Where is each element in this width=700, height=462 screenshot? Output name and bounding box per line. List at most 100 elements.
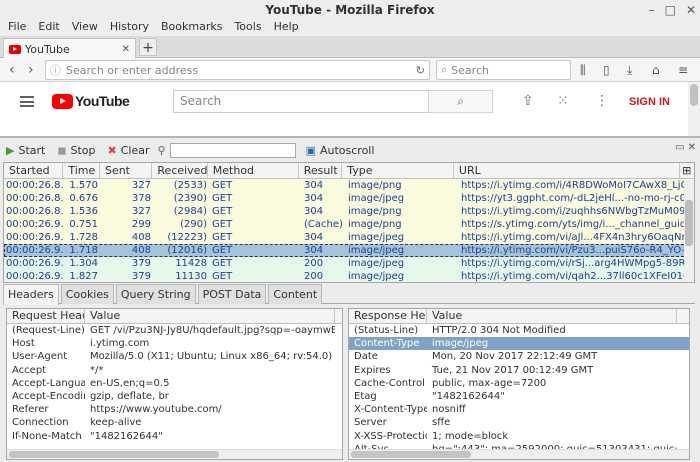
menu-file[interactable]: File <box>0 20 32 36</box>
header-row[interactable]: Etag "1482162644" <box>349 390 689 403</box>
header-row[interactable]: Host i.ytimg.com <box>7 337 342 350</box>
header-value: Mon, 20 Nov 2017 22:12:49 GMT <box>432 351 598 363</box>
info-icon: ⓘ <box>50 64 61 77</box>
column-header[interactable]: Started <box>4 163 64 178</box>
header-value: GET /vi/Pzu3NJ-Jy8U/hqdefault.jpg?sqp=-o… <box>90 325 335 336</box>
tab-close-icon[interactable]: ✕ <box>122 44 130 55</box>
header-row[interactable]: X-Content-Type-... nosniff <box>349 403 689 416</box>
header-row[interactable]: User-Agent Mozilla/5.0 (X11; Ubuntu; Linu… <box>7 350 342 363</box>
menu-view[interactable]: View <box>66 20 104 36</box>
header-name: (Status-Line) <box>354 325 419 336</box>
filter-input[interactable] <box>169 142 296 158</box>
column-header[interactable]: Value <box>427 309 677 323</box>
minimize-icon[interactable]: – <box>649 0 655 20</box>
header-row[interactable]: Server sffe <box>349 416 689 429</box>
header-row[interactable]: X-XSS-Protection 1; mode=block <box>349 430 689 443</box>
youtube-logo[interactable]: YouTube <box>52 93 130 109</box>
requests-scrollbar[interactable] <box>684 180 694 282</box>
youtube-search-button[interactable]: ⌕ <box>428 90 493 113</box>
menu-history[interactable]: History <box>104 20 155 36</box>
column-picker-icon[interactable]: ⊞ <box>680 163 694 178</box>
forward-icon[interactable]: › <box>28 61 34 79</box>
page-scrollbar[interactable] <box>688 82 700 136</box>
request-row[interactable]: 00:00:26.8... 1.570 327 (2533) GET 304 image/p… <box>4 179 694 192</box>
autoscroll-toggle[interactable]: ▣ Autoscroll <box>306 144 375 157</box>
header-row[interactable]: Accept-Language en-US,en;q=0.5 <box>7 377 342 390</box>
upload-icon[interactable]: ⇪ <box>522 93 534 109</box>
header-row[interactable]: Date Mon, 20 Nov 2017 22:12:49 GMT <box>349 350 689 363</box>
menu-tools[interactable]: Tools <box>228 20 267 36</box>
request-row[interactable]: 00:00:26.8... 1.536 327 (2984) GET 304 image/p… <box>4 205 694 218</box>
menu-bookmarks[interactable]: Bookmarks <box>155 20 228 36</box>
request-cell-received: (12223) <box>167 232 207 243</box>
request-row[interactable]: 00:00:26.9... 1.728 408 (12223) GET 304 image/… <box>4 231 694 244</box>
apps-icon[interactable]: ⁙ <box>557 93 569 109</box>
header-name: Cache-Control <box>354 377 425 389</box>
tab-cookies[interactable]: Cookies <box>60 284 114 304</box>
request-row[interactable]: 00:00:26.8... 0.676 378 (2390) GET 304 image/j… <box>4 192 694 205</box>
response-headers-hscrollbar[interactable] <box>349 449 689 459</box>
reload-icon[interactable]: ↻ <box>416 64 425 77</box>
request-cell-result: 200 <box>304 258 324 269</box>
tab-post-data[interactable]: POST Data <box>197 284 267 304</box>
stop-button[interactable]: ◼ Stop <box>57 144 95 157</box>
start-button[interactable]: ▶ Start <box>6 144 45 157</box>
request-cell-url: https://i.ytimg.com/vi/rSj...arg4HWMpg5-… <box>461 258 688 269</box>
reader-view-icon[interactable]: ▯ <box>603 61 610 79</box>
home-icon[interactable]: ⌂ <box>652 61 660 79</box>
tab-youtube[interactable]: YouTube ✕ <box>3 38 136 59</box>
back-icon[interactable]: ‹ <box>9 61 15 79</box>
header-row[interactable]: (Status-Line) HTTP/2.0 304 Not Modified <box>349 324 689 337</box>
header-row[interactable]: Expires Tue, 21 Nov 2017 00:12:49 GMT <box>349 364 689 377</box>
column-header[interactable]: Received <box>152 163 208 178</box>
header-name: Accept-Language <box>12 377 85 389</box>
menu-edit[interactable]: Edit <box>32 20 65 36</box>
column-header[interactable]: URL <box>454 163 681 178</box>
library-icon[interactable]: ⫼ <box>580 61 586 79</box>
column-header[interactable]: Value <box>85 309 335 323</box>
column-header[interactable]: Result <box>299 163 343 178</box>
tab-query-string[interactable]: Query String <box>115 284 196 304</box>
header-row[interactable]: (Request-Line) GET /vi/Pzu3NJ-Jy8U/hqdefa… <box>7 324 342 337</box>
header-row[interactable]: If-None-Match "1482162644" <box>7 430 342 443</box>
filter-icon: ⚲ <box>157 143 166 157</box>
request-row[interactable]: 00:00:26.9... 1.827 379 11130 GET 200 image/jp… <box>4 270 694 282</box>
header-row[interactable]: Referer https://www.youtube.com/ <box>7 403 342 416</box>
request-row[interactable]: 00:00:26.9... 0.751 299 (290) GET (Cache) imag… <box>4 218 694 231</box>
request-headers-hscrollbar[interactable] <box>7 449 342 459</box>
menu-help[interactable]: Help <box>268 20 305 36</box>
column-header[interactable]: Time <box>63 163 100 178</box>
header-row[interactable]: Accept-Encoding gzip, deflate, br <box>7 390 342 403</box>
downloads-icon[interactable]: ⤓ <box>627 61 632 79</box>
request-row[interactable]: 00:00:26.9... 1.718 408 (12016) GET 304 image/… <box>4 244 694 257</box>
hamburger-menu-icon[interactable] <box>20 96 34 107</box>
column-header[interactable]: Request Head... <box>7 309 85 323</box>
request-row[interactable]: 00:00:26.9... 1.304 379 11428 GET 200 image/jp… <box>4 257 694 270</box>
new-tab-button[interactable]: + <box>139 38 157 56</box>
sign-in-button[interactable]: SIGN IN <box>629 96 670 108</box>
youtube-search-input[interactable]: Search <box>173 90 429 113</box>
request-cell-type: image/jpeg <box>348 193 405 204</box>
header-row[interactable]: Content-Type image/jpeg <box>349 337 689 351</box>
header-row[interactable]: Accept */* <box>7 364 342 377</box>
column-header[interactable]: Sent <box>100 163 153 178</box>
clear-button[interactable]: ✖ Clear <box>108 144 150 157</box>
search-icon: ⌕ <box>441 63 448 76</box>
header-row[interactable]: Cache-Control public, max-age=7200 <box>349 377 689 390</box>
url-bar[interactable]: ⓘ Search or enter address ↻ <box>45 60 430 80</box>
column-header[interactable]: Type <box>342 163 454 178</box>
maximize-icon[interactable]: □ <box>665 0 676 20</box>
header-row[interactable]: Connection keep-alive <box>7 416 342 429</box>
header-name: If-None-Match <box>12 430 82 442</box>
window-title: YouTube - Mozilla Firefox <box>265 3 435 17</box>
youtube-favicon-icon <box>9 44 21 54</box>
menu-icon[interactable]: ≡ <box>678 61 688 79</box>
close-icon[interactable]: ✕ <box>686 0 696 20</box>
request-cell-sent: 379 <box>131 271 151 282</box>
tab-content[interactable]: Content <box>268 284 323 304</box>
search-bar[interactable]: ⌕ Search <box>436 60 571 80</box>
column-header[interactable]: Response Hea... <box>349 309 427 323</box>
column-header[interactable]: Method <box>208 163 299 178</box>
more-options-icon[interactable]: ⋮ <box>595 93 609 109</box>
tab-headers[interactable]: Headers <box>3 284 59 305</box>
